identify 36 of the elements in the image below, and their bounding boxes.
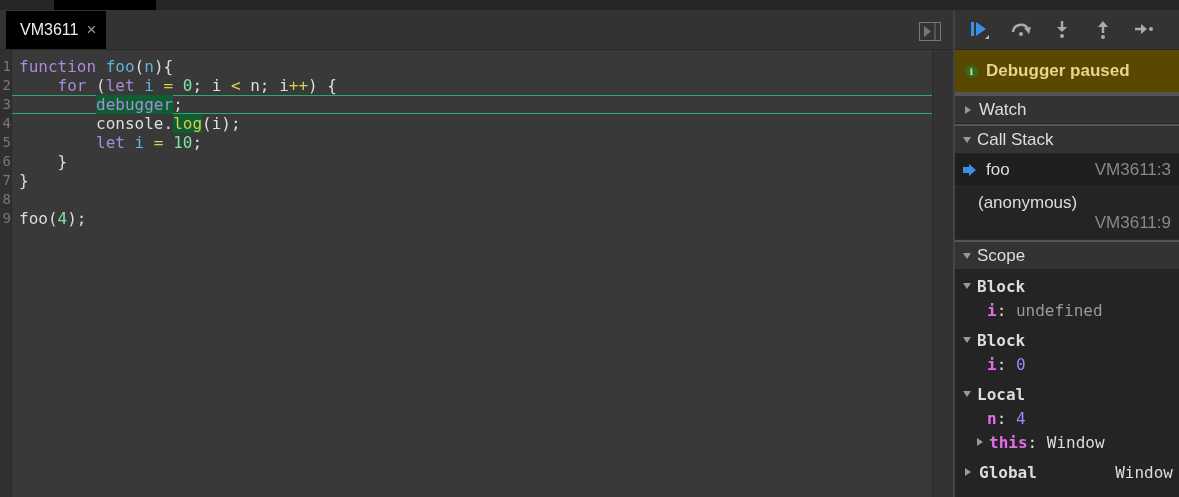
call-stack-header[interactable]: Call Stack bbox=[955, 124, 1179, 154]
code-line: } bbox=[56, 152, 69, 171]
code-line: let i = 10; bbox=[95, 133, 204, 152]
scope-variable: i: 0 bbox=[986, 353, 1027, 376]
line-number: 8 bbox=[1, 190, 11, 209]
scope-variable: i: undefined bbox=[986, 299, 1104, 322]
line-number: 3 bbox=[1, 95, 11, 114]
scope-variable[interactable]: this: Window bbox=[963, 430, 1179, 454]
close-icon[interactable]: × bbox=[86, 20, 97, 40]
code-line: for (let i = 0; i < n; i++) { bbox=[56, 76, 338, 95]
line-number: 2 bbox=[1, 76, 11, 95]
line-number: 5 bbox=[1, 133, 11, 152]
toggle-panel-icon[interactable] bbox=[919, 22, 941, 41]
line-number: 7 bbox=[1, 171, 11, 190]
line-number: 6 bbox=[1, 152, 11, 171]
scope-item[interactable]: Global Window bbox=[963, 460, 1179, 484]
call-frame[interactable]: foo VM3611:3 bbox=[955, 154, 1179, 187]
code-line: } bbox=[18, 171, 30, 190]
line-number: 1 bbox=[1, 57, 11, 76]
scope-item[interactable]: Block bbox=[963, 274, 1179, 298]
scope-header[interactable]: Scope bbox=[955, 240, 1179, 270]
line-number: 4 bbox=[1, 114, 11, 133]
scope-item[interactable]: Block bbox=[963, 328, 1179, 352]
code-line: foo(4); bbox=[18, 209, 88, 228]
current-frame-icon bbox=[963, 164, 976, 176]
code-line: debugger; bbox=[12, 95, 932, 114]
scope-item[interactable]: Local bbox=[963, 382, 1179, 406]
code-line: function foo(n){ bbox=[18, 57, 175, 76]
info-icon: i bbox=[965, 64, 978, 78]
watch-header[interactable]: Watch bbox=[955, 94, 1179, 124]
file-tab[interactable]: VM3611 × bbox=[6, 11, 107, 49]
code-line: console.log(i); bbox=[95, 114, 242, 133]
line-number: 9 bbox=[1, 209, 11, 228]
scope-variable: n: 4 bbox=[986, 407, 1027, 430]
status-text: Debugger paused bbox=[986, 61, 1130, 81]
scrollbar-track[interactable] bbox=[932, 50, 953, 497]
